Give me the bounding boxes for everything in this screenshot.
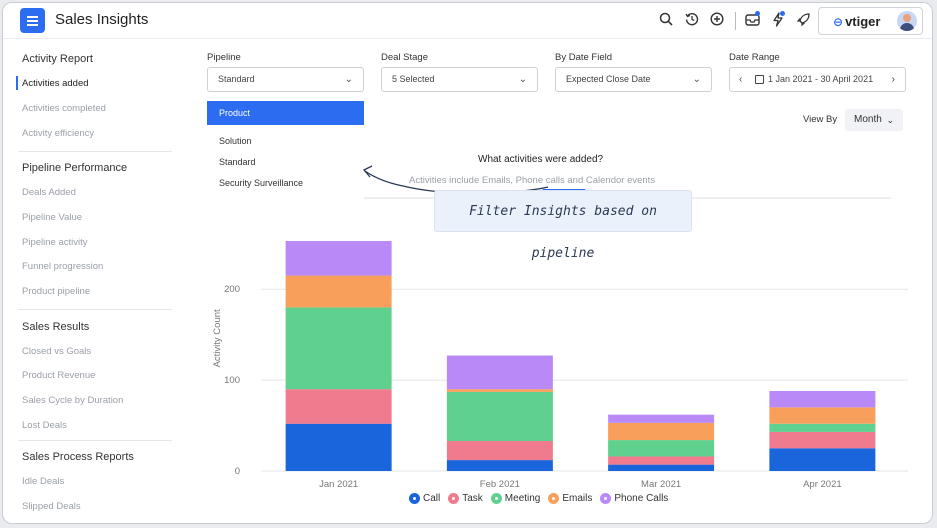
bar-segment-task[interactable]	[769, 431, 876, 449]
legend-item-phone-calls[interactable]: Phone Calls	[600, 493, 668, 504]
bar-segment-task[interactable]	[446, 441, 553, 461]
y-axis-label: Activity Count	[212, 309, 223, 367]
legend-item-task[interactable]: Task	[448, 493, 483, 504]
legend-dot-icon	[600, 493, 612, 504]
y-tick-label: 100	[224, 375, 240, 386]
bar-segment-meeting[interactable]	[769, 423, 876, 432]
bar-segment-task[interactable]	[285, 389, 392, 424]
bar-segment-emails[interactable]	[446, 389, 553, 392]
x-tick-label: Feb 2021	[480, 479, 520, 490]
bar-segment-phone-calls[interactable]	[769, 391, 876, 408]
bar-segment-call[interactable]	[285, 423, 392, 471]
bar-segment-meeting[interactable]	[608, 440, 715, 457]
bar-segment-meeting[interactable]	[446, 391, 553, 442]
dropdown-option-product[interactable]: Product	[207, 101, 364, 125]
dropdown-option-security-surveillance[interactable]: Security Surveillance	[207, 171, 364, 195]
bar-segment-call[interactable]	[769, 448, 876, 471]
x-tick-label: Apr 2021	[803, 479, 842, 490]
x-tick-label: Jan 2021	[319, 479, 358, 490]
bar-segment-call[interactable]	[608, 464, 715, 471]
app-window: Sales Insights ⊖vtiger Activity Report	[2, 2, 933, 524]
legend-dot-icon	[548, 493, 560, 504]
legend-label: Call	[423, 493, 441, 504]
bar-segment-call[interactable]	[446, 460, 553, 471]
legend-item-emails[interactable]: Emails	[548, 493, 592, 504]
callout-tooltip: Filter Insights based on pipeline	[434, 190, 692, 261]
bar-segment-emails[interactable]	[769, 407, 876, 424]
legend-item-call[interactable]: Call	[409, 493, 440, 504]
bar-segment-task[interactable]	[608, 456, 715, 465]
legend-label: Meeting	[504, 493, 541, 504]
chart-legend: Call Task Meeting Emails Phone Calls	[409, 493, 668, 504]
bar-segment-emails[interactable]	[608, 422, 715, 441]
bar-segment-emails[interactable]	[285, 275, 392, 308]
bar-segment-phone-calls[interactable]	[608, 414, 715, 423]
y-tick-label: 200	[224, 284, 240, 295]
x-tick-label: Mar 2021	[641, 479, 681, 490]
legend-label: Emails	[562, 493, 593, 504]
bar-segment-phone-calls[interactable]	[446, 355, 553, 390]
activity-chart: 0 100 200 Activity Count Jan 2021 Feb 2021 Mar…	[212, 165, 908, 490]
y-tick-label: 0	[235, 466, 240, 477]
bar-segment-phone-calls[interactable]	[285, 241, 392, 276]
legend-dot-icon	[409, 493, 420, 504]
legend-dot-icon	[490, 493, 502, 504]
legend-item-meeting[interactable]: Meeting	[490, 493, 541, 504]
legend-label: Task	[462, 493, 483, 504]
legend-dot-icon	[448, 493, 460, 504]
bar-segment-meeting[interactable]	[285, 307, 392, 390]
legend-label: Phone Calls	[614, 493, 669, 504]
